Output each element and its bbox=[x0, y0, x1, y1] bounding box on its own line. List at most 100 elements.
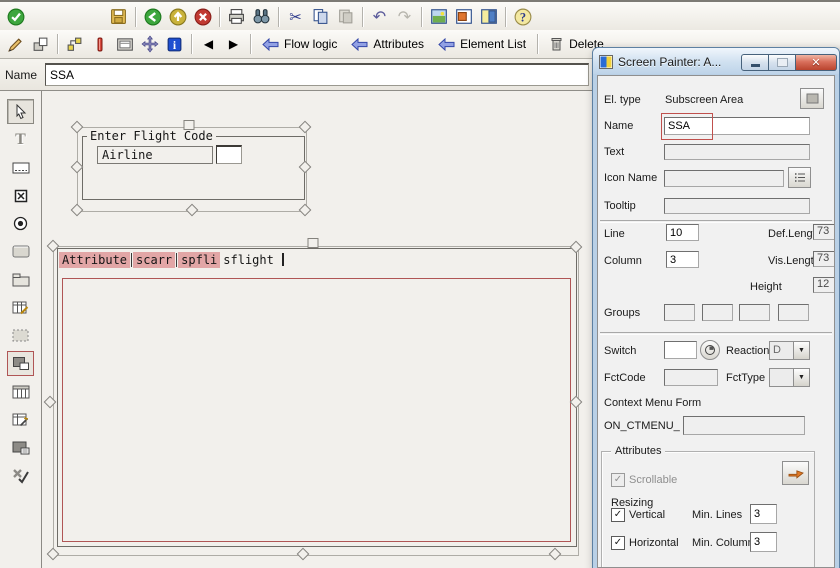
chevron-down-icon[interactable]: ▼ bbox=[793, 342, 809, 359]
separator bbox=[505, 7, 506, 27]
tool-pushbutton[interactable] bbox=[7, 239, 34, 264]
dialog-titlebar[interactable]: Screen Painter: A... ✕ bbox=[593, 48, 839, 74]
on-ctmenu-label: ON_CTMENU_ bbox=[604, 420, 680, 432]
info-icon[interactable]: i bbox=[162, 32, 187, 56]
name-highlight-box bbox=[661, 113, 713, 140]
custom-control-icon bbox=[12, 441, 30, 455]
tab-sflight[interactable]: sflight bbox=[220, 252, 277, 268]
dashed-frame-icon bbox=[12, 329, 29, 342]
minimize-button[interactable] bbox=[741, 54, 769, 71]
el-type-button[interactable] bbox=[800, 88, 824, 109]
name-label: Name bbox=[5, 68, 37, 82]
column-input[interactable] bbox=[666, 251, 699, 268]
tool-tabstrip-wizard[interactable] bbox=[7, 407, 34, 432]
tab-scarr[interactable]: scarr bbox=[133, 252, 175, 268]
back-icon[interactable] bbox=[140, 5, 165, 29]
separator bbox=[219, 7, 220, 27]
attributes-button[interactable]: Attributes bbox=[344, 32, 431, 56]
save-icon[interactable] bbox=[106, 5, 131, 29]
horizontal-checkbox[interactable] bbox=[611, 536, 625, 550]
more-attributes-button[interactable] bbox=[782, 461, 809, 485]
window-controls: ✕ bbox=[741, 54, 837, 71]
separator bbox=[537, 34, 538, 54]
attributes-label: Attributes bbox=[373, 37, 424, 51]
tab-attribute[interactable]: Attribute bbox=[59, 252, 130, 268]
line-input[interactable] bbox=[666, 224, 699, 241]
move-icon[interactable] bbox=[137, 32, 162, 56]
tool-entry-field[interactable] bbox=[7, 155, 34, 180]
fcttype-dropdown[interactable]: ▼ bbox=[769, 368, 810, 387]
element-list-button[interactable]: Element List bbox=[431, 32, 533, 56]
tool-radio-button[interactable] bbox=[7, 211, 34, 236]
element-name-input[interactable] bbox=[45, 63, 589, 86]
on-ctmenu-input[interactable] bbox=[683, 416, 805, 435]
tabstrip-wizard-icon bbox=[12, 412, 29, 427]
cut-icon[interactable]: ✂ bbox=[283, 5, 308, 29]
selection-handle[interactable] bbox=[308, 238, 319, 248]
help-icon[interactable]: ? bbox=[510, 5, 535, 29]
min-lines-input[interactable] bbox=[750, 504, 777, 524]
tool-subscreen-area[interactable] bbox=[7, 351, 34, 376]
tool-text[interactable]: T bbox=[7, 127, 34, 152]
print-icon[interactable] bbox=[224, 5, 249, 29]
min-columns-input[interactable] bbox=[750, 532, 777, 552]
flow-logic-button[interactable]: Flow logic bbox=[255, 32, 344, 56]
find-icon[interactable] bbox=[249, 5, 274, 29]
screens-icon[interactable] bbox=[112, 32, 137, 56]
attributes-title: Attributes bbox=[611, 445, 665, 457]
tool-box[interactable] bbox=[7, 267, 34, 292]
section-separator bbox=[600, 332, 832, 335]
cancel-icon[interactable] bbox=[190, 5, 215, 29]
copy-icon[interactable] bbox=[308, 5, 333, 29]
def-length-value: 73 bbox=[813, 224, 835, 240]
tool-checkbox[interactable] bbox=[7, 183, 34, 208]
tool-custom-control[interactable] bbox=[7, 435, 34, 460]
airline-input-element[interactable] bbox=[216, 145, 242, 164]
close-button[interactable]: ✕ bbox=[796, 54, 837, 71]
window-3-icon[interactable] bbox=[476, 5, 501, 29]
el-type-value: Subscreen Area bbox=[665, 94, 743, 106]
tool-frame[interactable] bbox=[7, 323, 34, 348]
dlg-text-input bbox=[664, 144, 810, 160]
airline-label-element[interactable]: Airline bbox=[97, 146, 213, 164]
column-label: Column bbox=[604, 255, 642, 267]
edit-pencil-icon[interactable] bbox=[3, 32, 28, 56]
switch-label: Switch bbox=[604, 345, 636, 357]
group-box-title[interactable]: Enter Flight Code bbox=[87, 129, 216, 143]
tool-table-wizard[interactable] bbox=[7, 295, 34, 320]
undo-icon[interactable]: ↶ bbox=[367, 5, 392, 29]
tool-palette: T bbox=[0, 91, 42, 568]
reaction-dropdown[interactable]: D ▼ bbox=[769, 341, 810, 360]
objects-icon[interactable] bbox=[28, 32, 53, 56]
tabstrip-body[interactable] bbox=[62, 278, 571, 542]
window-2-icon[interactable] bbox=[451, 5, 476, 29]
vertical-checkbox[interactable] bbox=[611, 508, 625, 522]
exit-up-icon[interactable] bbox=[165, 5, 190, 29]
box-frame-icon bbox=[12, 273, 30, 287]
icon-name-label: Icon Name bbox=[604, 172, 657, 184]
prev-screen-icon[interactable]: ◀ bbox=[196, 32, 221, 56]
next-screen-icon[interactable]: ▶ bbox=[221, 32, 246, 56]
def-length-label: Def.Lengt bbox=[768, 228, 813, 240]
separator bbox=[278, 7, 279, 27]
hierarchy-icon[interactable] bbox=[62, 32, 87, 56]
switch-input[interactable] bbox=[664, 341, 697, 359]
maximize-button[interactable] bbox=[769, 54, 796, 71]
enter-check-icon[interactable] bbox=[3, 5, 28, 29]
cursor-bar-icon[interactable] bbox=[87, 32, 112, 56]
table-control-icon bbox=[12, 385, 30, 399]
tool-pointer[interactable] bbox=[7, 99, 34, 124]
checkbox-icon bbox=[14, 189, 28, 203]
selection-handle[interactable] bbox=[184, 120, 195, 130]
dialog-app-icon bbox=[599, 55, 613, 69]
icon-list-button[interactable] bbox=[788, 167, 811, 188]
tool-status-icon[interactable] bbox=[7, 463, 34, 488]
chevron-down-icon[interactable]: ▼ bbox=[793, 369, 809, 386]
tool-table-control[interactable] bbox=[7, 379, 34, 404]
window-1-icon[interactable] bbox=[426, 5, 451, 29]
horizontal-label: Horizontal bbox=[629, 537, 679, 549]
switch-picker-button[interactable] bbox=[700, 340, 720, 360]
tab-spfli[interactable]: spfli bbox=[178, 252, 220, 268]
screen-painter-window: ✂ ↶ ↷ ? bbox=[0, 0, 840, 568]
tooltip-input bbox=[664, 198, 810, 214]
